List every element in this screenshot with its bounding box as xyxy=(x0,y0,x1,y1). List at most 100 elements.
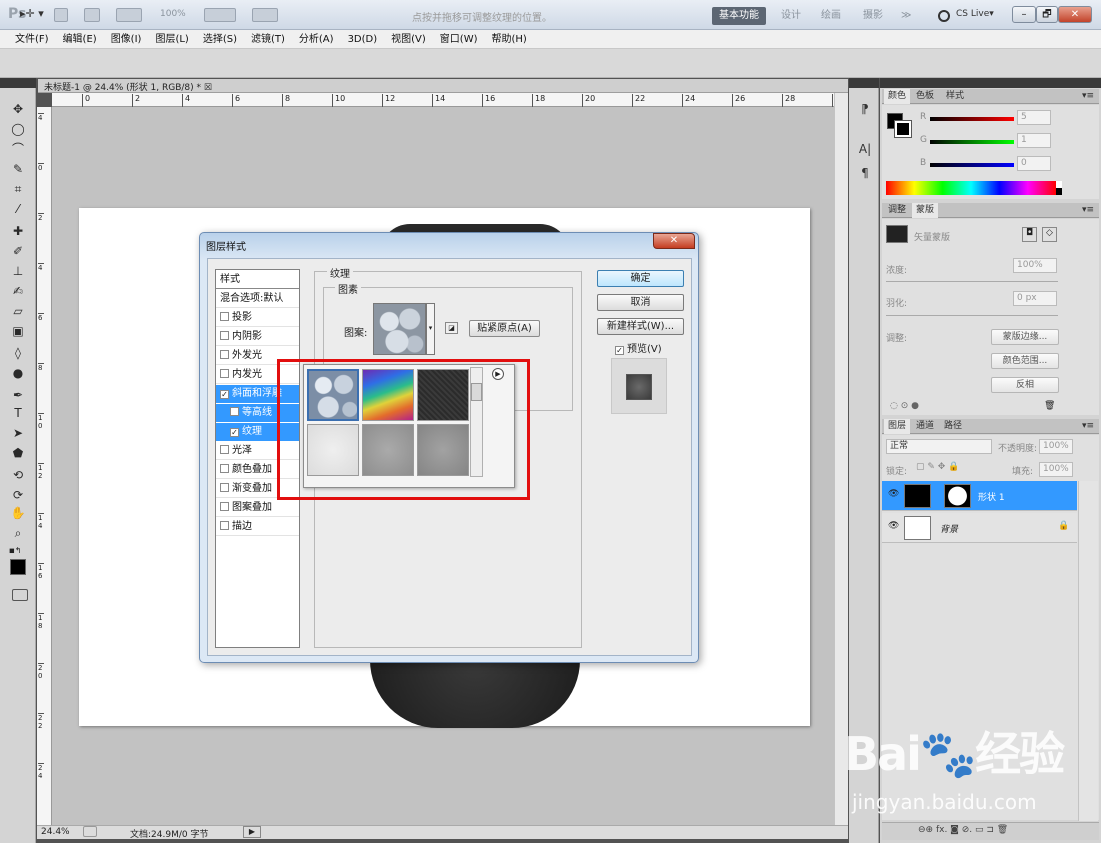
new-pattern-preset-button[interactable]: ◪ xyxy=(445,322,458,334)
3d-orbit-tool-icon[interactable]: ⟳ xyxy=(8,486,28,504)
visibility-eye-icon[interactable]: 👁 xyxy=(888,521,899,531)
zoom-level[interactable]: 100% xyxy=(160,9,186,19)
layer-name[interactable]: 形状 1 xyxy=(978,490,1005,503)
quick-mask-icon[interactable] xyxy=(12,589,28,601)
move-tool-icon[interactable]: ✥ xyxy=(8,100,28,118)
style-item[interactable]: 混合选项:默认 xyxy=(216,290,299,308)
close-window-button[interactable]: ✕ xyxy=(1058,6,1092,23)
tab-paths[interactable]: 路径 xyxy=(940,419,966,434)
color-panel-menu-icon[interactable]: ▾≡ xyxy=(1078,89,1098,104)
cs-live-icon[interactable] xyxy=(938,10,950,22)
new-style-button[interactable]: 新建样式(W)... xyxy=(597,318,684,335)
status-zoom[interactable]: 24.4% xyxy=(41,827,70,837)
pen-tool-icon[interactable]: ✒ xyxy=(8,386,28,404)
opacity-value[interactable]: 100% xyxy=(1039,439,1073,454)
shape-tool-icon[interactable]: ⬟ xyxy=(8,444,28,462)
arrange-documents-icon[interactable] xyxy=(204,8,236,22)
workspace-photography[interactable]: 摄影 xyxy=(856,7,890,25)
menu-item-2[interactable]: 图像(I) xyxy=(104,30,149,48)
gradient-tool-icon[interactable]: ▣ xyxy=(8,322,28,340)
tab-layers[interactable]: 图层 xyxy=(884,419,911,434)
pattern-swatch[interactable] xyxy=(373,303,426,355)
menu-item-7[interactable]: 3D(D) xyxy=(341,30,385,48)
r-value[interactable]: 5 xyxy=(1017,110,1051,125)
menu-item-0[interactable]: 文件(F) xyxy=(8,30,56,48)
styles-header[interactable]: 样式 xyxy=(216,271,299,289)
masks-panel-menu-icon[interactable]: ▾≡ xyxy=(1078,203,1098,218)
cancel-button[interactable]: 取消 xyxy=(597,294,684,311)
color-range-button[interactable]: 颜色范围... xyxy=(991,353,1059,369)
menu-item-10[interactable]: 帮助(H) xyxy=(485,30,534,48)
menu-item-3[interactable]: 图层(L) xyxy=(148,30,195,48)
history-brush-tool-icon[interactable]: ✍ xyxy=(8,282,28,300)
r-slider[interactable] xyxy=(930,117,1014,121)
layers-scrollbar[interactable] xyxy=(1078,481,1098,821)
cs-live-button[interactable]: CS Live▾ xyxy=(956,9,994,19)
restore-button[interactable]: 🗗 xyxy=(1036,6,1058,23)
tab-channels[interactable]: 通道 xyxy=(912,419,938,434)
style-checkbox[interactable] xyxy=(220,312,229,321)
panel-background-swatch[interactable] xyxy=(894,120,912,138)
pattern-dropdown-icon[interactable]: ▾ xyxy=(426,303,435,355)
black-white-swatch[interactable] xyxy=(1056,181,1062,195)
style-item[interactable]: 描边 xyxy=(216,518,299,536)
document-scrollbar[interactable] xyxy=(834,93,848,825)
feather-value[interactable]: 0 px xyxy=(1013,291,1057,306)
brush-tool-icon[interactable]: ✐ xyxy=(8,242,28,260)
style-checkbox[interactable] xyxy=(230,428,239,437)
mask-edge-button[interactable]: 蒙版边缘... xyxy=(991,329,1059,345)
style-checkbox[interactable] xyxy=(220,445,229,454)
invert-button[interactable]: 反相 xyxy=(991,377,1059,393)
density-value[interactable]: 100% xyxy=(1013,258,1057,273)
workspace-painting[interactable]: 绘画 xyxy=(814,7,848,25)
blend-mode-select[interactable]: 正常 xyxy=(886,439,992,454)
snap-to-origin-button[interactable]: 贴紧原点(A) xyxy=(469,320,540,337)
workspace-more[interactable]: ≫ xyxy=(894,7,918,25)
mini-bridge-icon[interactable] xyxy=(84,8,100,22)
preview-checkbox[interactable]: 预览(V) xyxy=(615,340,662,355)
menu-item-5[interactable]: 滤镜(T) xyxy=(244,30,292,48)
swap-colors-icon[interactable]: ◾↰ xyxy=(9,546,22,555)
b-slider[interactable] xyxy=(930,163,1014,167)
layer-row-shape[interactable]: 👁 形状 1 xyxy=(882,481,1077,511)
dodge-tool-icon[interactable]: ● xyxy=(8,364,28,382)
color-spectrum-bar[interactable] xyxy=(886,181,1056,195)
toolbox-header[interactable] xyxy=(0,78,36,88)
visibility-eye-icon[interactable]: 👁 xyxy=(888,489,899,499)
dialog-close-button[interactable]: ✕ xyxy=(653,233,695,249)
g-value[interactable]: 1 xyxy=(1017,133,1051,148)
style-item[interactable]: 投影 xyxy=(216,309,299,327)
history-panel-icon[interactable]: ⁋ xyxy=(856,100,874,118)
tab-color[interactable]: 颜色 xyxy=(884,89,911,104)
style-checkbox[interactable] xyxy=(220,390,229,399)
healing-tool-icon[interactable]: ✚ xyxy=(8,222,28,240)
marquee-tool-icon[interactable]: ◯ xyxy=(8,120,28,138)
blur-tool-icon[interactable]: ◊ xyxy=(8,344,28,362)
stamp-tool-icon[interactable]: ⊥ xyxy=(8,262,28,280)
g-slider[interactable] xyxy=(930,140,1014,144)
style-item[interactable]: 内阴影 xyxy=(216,328,299,346)
preview-checkbox-box[interactable] xyxy=(615,346,624,355)
ruler-horizontal[interactable]: 024681012141618202224262830 xyxy=(52,93,845,107)
layer-shape-mask-thumb[interactable] xyxy=(944,484,971,508)
tool-preset-picker[interactable]: ▸✛ ▾ xyxy=(20,7,44,20)
tab-adjustments[interactable]: 调整 xyxy=(884,203,910,218)
ok-button[interactable]: 确定 xyxy=(597,270,684,287)
fill-value[interactable]: 100% xyxy=(1039,462,1073,477)
view-extras-icon[interactable] xyxy=(116,8,142,22)
eyedropper-tool-icon[interactable]: ⁄ xyxy=(8,200,28,218)
type-tool-icon[interactable]: T xyxy=(8,404,28,422)
tab-styles[interactable]: 样式 xyxy=(942,89,968,104)
b-value[interactable]: 0 xyxy=(1017,156,1051,171)
style-checkbox[interactable] xyxy=(220,331,229,340)
style-checkbox[interactable] xyxy=(220,464,229,473)
style-item[interactable]: 图案叠加 xyxy=(216,499,299,517)
style-checkbox[interactable] xyxy=(230,407,239,416)
layer-row-background[interactable]: 👁 背景 🔒 xyxy=(882,513,1077,543)
character-panel-icon[interactable]: A| xyxy=(856,140,874,158)
tab-masks[interactable]: 蒙版 xyxy=(912,203,939,218)
screen-mode-icon[interactable] xyxy=(252,8,278,22)
style-checkbox[interactable] xyxy=(220,350,229,359)
status-zoom-icon[interactable] xyxy=(83,826,97,837)
layers-panel-menu-icon[interactable]: ▾≡ xyxy=(1078,419,1098,434)
